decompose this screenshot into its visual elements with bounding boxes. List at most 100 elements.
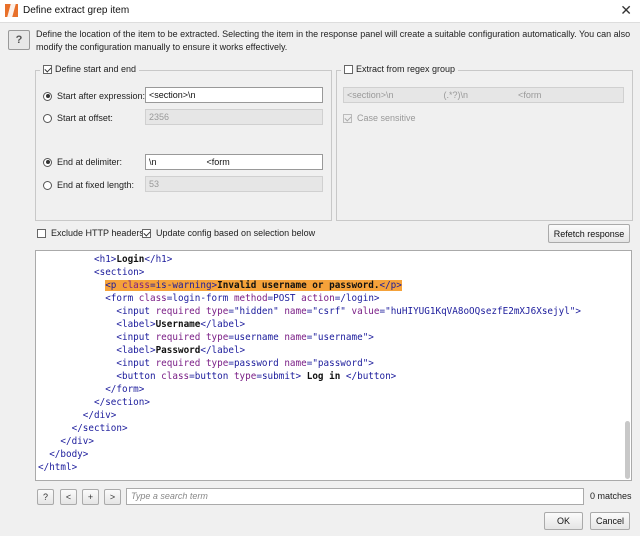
search-next-button[interactable]: >	[104, 489, 121, 505]
code-line: </section>	[36, 396, 581, 409]
code-token: name	[284, 306, 307, 317]
help-button[interactable]: ?	[8, 30, 30, 50]
code-token: =username	[228, 332, 285, 343]
code-line: </form>	[36, 383, 581, 396]
exclude-headers-row: Exclude HTTP headers	[37, 228, 144, 238]
code-span: <form class=login-form method=POST actio…	[105, 293, 379, 304]
end-delimiter-row: End at delimiter:	[43, 157, 122, 167]
code-line: <p class=is-warning>Invalid username or …	[36, 279, 581, 292]
code-token: class	[138, 293, 167, 304]
search-input[interactable]: Type a search term	[126, 488, 584, 505]
search-add-button[interactable]: +	[82, 489, 99, 505]
exclude-headers-label: Exclude HTTP headers	[51, 228, 144, 238]
code-token: type	[205, 332, 229, 343]
code-token: value	[351, 306, 380, 317]
cancel-button[interactable]: Cancel	[590, 512, 630, 530]
code-span: <input required type="hidden" name="csrf…	[116, 306, 581, 317]
search-prev-button[interactable]: <	[60, 489, 77, 505]
code-token: </html>	[38, 462, 78, 473]
response-editor[interactable]: <h1>Login</h1> <section> <p class=is-warni…	[35, 250, 632, 481]
code-token: =POST	[267, 293, 302, 304]
code-span: <label>Password</label>	[116, 345, 245, 356]
code-span: </div>	[60, 436, 94, 447]
code-token: action	[301, 293, 335, 304]
code-token: type	[205, 358, 229, 369]
code-token: class	[121, 280, 150, 291]
exclude-headers-checkbox[interactable]	[37, 228, 46, 238]
case-sensitive-row: Case sensitive	[343, 113, 416, 123]
code-token: Log in	[306, 371, 346, 382]
code-token: name	[284, 332, 307, 343]
code-token: <p	[105, 280, 122, 291]
ok-button[interactable]: OK	[544, 512, 583, 530]
code-token: Invalid username or password.	[217, 280, 380, 291]
code-line: </body>	[36, 448, 581, 461]
code-line: </div>	[36, 409, 581, 422]
window-title: Define extract grep item	[23, 5, 130, 16]
end-delimiter-input[interactable]: \n <form	[145, 154, 323, 170]
code-span: </section>	[94, 397, 150, 408]
code-token: </h1>	[144, 254, 173, 265]
code-token: type	[205, 306, 229, 317]
start-offset-input[interactable]: 2356	[145, 109, 323, 125]
code-token: Password	[155, 345, 201, 356]
code-line: <input required type=username name="user…	[36, 331, 581, 344]
code-token: method	[233, 293, 268, 304]
regex-input[interactable]: <section>\n (.*?)\n <form	[343, 87, 624, 103]
end-delimiter-label: End at delimiter:	[57, 157, 123, 167]
end-delimiter-radio[interactable]	[43, 157, 52, 167]
code-line: <label>Username</label>	[36, 318, 581, 331]
regex-label: Extract from regex group	[356, 64, 456, 74]
start-after-label: Start after expression:	[57, 91, 146, 101]
refetch-response-button[interactable]: Refetch response	[548, 224, 630, 243]
code-token: </form>	[105, 384, 145, 395]
start-after-input[interactable]: <section>\n	[145, 87, 323, 103]
code-token: required	[155, 332, 206, 343]
code-token: <label>	[116, 345, 156, 356]
start-offset-radio[interactable]	[43, 113, 52, 123]
code-span: <h1>Login</h1>	[94, 254, 172, 265]
code-line: </div>	[36, 435, 581, 448]
code-token: <section>	[94, 267, 145, 278]
regex-legend: Extract from regex group	[341, 64, 459, 74]
code-token: class	[161, 371, 190, 382]
description-text: Define the location of the item to be ex…	[36, 29, 631, 52]
code-token: =/login>	[334, 293, 380, 304]
code-line: <h1>Login</h1>	[36, 253, 581, 266]
code-token: required	[155, 358, 206, 369]
define-start-end-checkbox[interactable]	[43, 64, 52, 74]
code-span: </body>	[49, 449, 88, 460]
regex-checkbox[interactable]	[344, 64, 353, 74]
code-token: </div>	[60, 436, 94, 447]
code-token: ="username">	[306, 332, 374, 343]
code-line: <form class=login-form method=POST actio…	[36, 292, 581, 305]
code-token: </button>	[345, 371, 397, 382]
code-line: </html>	[36, 461, 581, 474]
code-token: </section>	[71, 423, 128, 434]
end-fixed-radio[interactable]	[43, 180, 52, 190]
case-sensitive-checkbox[interactable]	[343, 113, 352, 123]
code-token: type	[233, 371, 257, 382]
code-token: </p>	[379, 280, 402, 291]
code-token: <button	[116, 371, 162, 382]
code-line: <label>Password</label>	[36, 344, 581, 357]
editor-scrollbar[interactable]	[625, 421, 630, 479]
code-token: </label>	[200, 345, 246, 356]
code-line: <button class=button type=submit> Log in…	[36, 370, 581, 383]
close-icon[interactable]: ✕	[620, 2, 632, 19]
update-config-checkbox[interactable]	[142, 228, 151, 238]
code-span: </div>	[83, 410, 117, 421]
code-token: =is-warning>	[149, 280, 218, 291]
code-token: <input	[116, 332, 156, 343]
code-token: required	[155, 306, 206, 317]
search-help-button[interactable]: ?	[37, 489, 54, 505]
code-token: </label>	[200, 319, 246, 330]
end-fixed-input[interactable]: 53	[145, 176, 323, 192]
code-token: ="password">	[306, 358, 374, 369]
code-token: ="huHIYUG1KqVA8oOQsezfE2mXJ6Xsejyl">	[379, 306, 582, 317]
title-bar: Define extract grep item ✕	[0, 0, 640, 23]
code-token: <h1>	[94, 254, 117, 265]
start-after-radio[interactable]	[43, 91, 52, 101]
code-token: Login	[116, 254, 145, 265]
code-span: <section>	[94, 267, 144, 278]
